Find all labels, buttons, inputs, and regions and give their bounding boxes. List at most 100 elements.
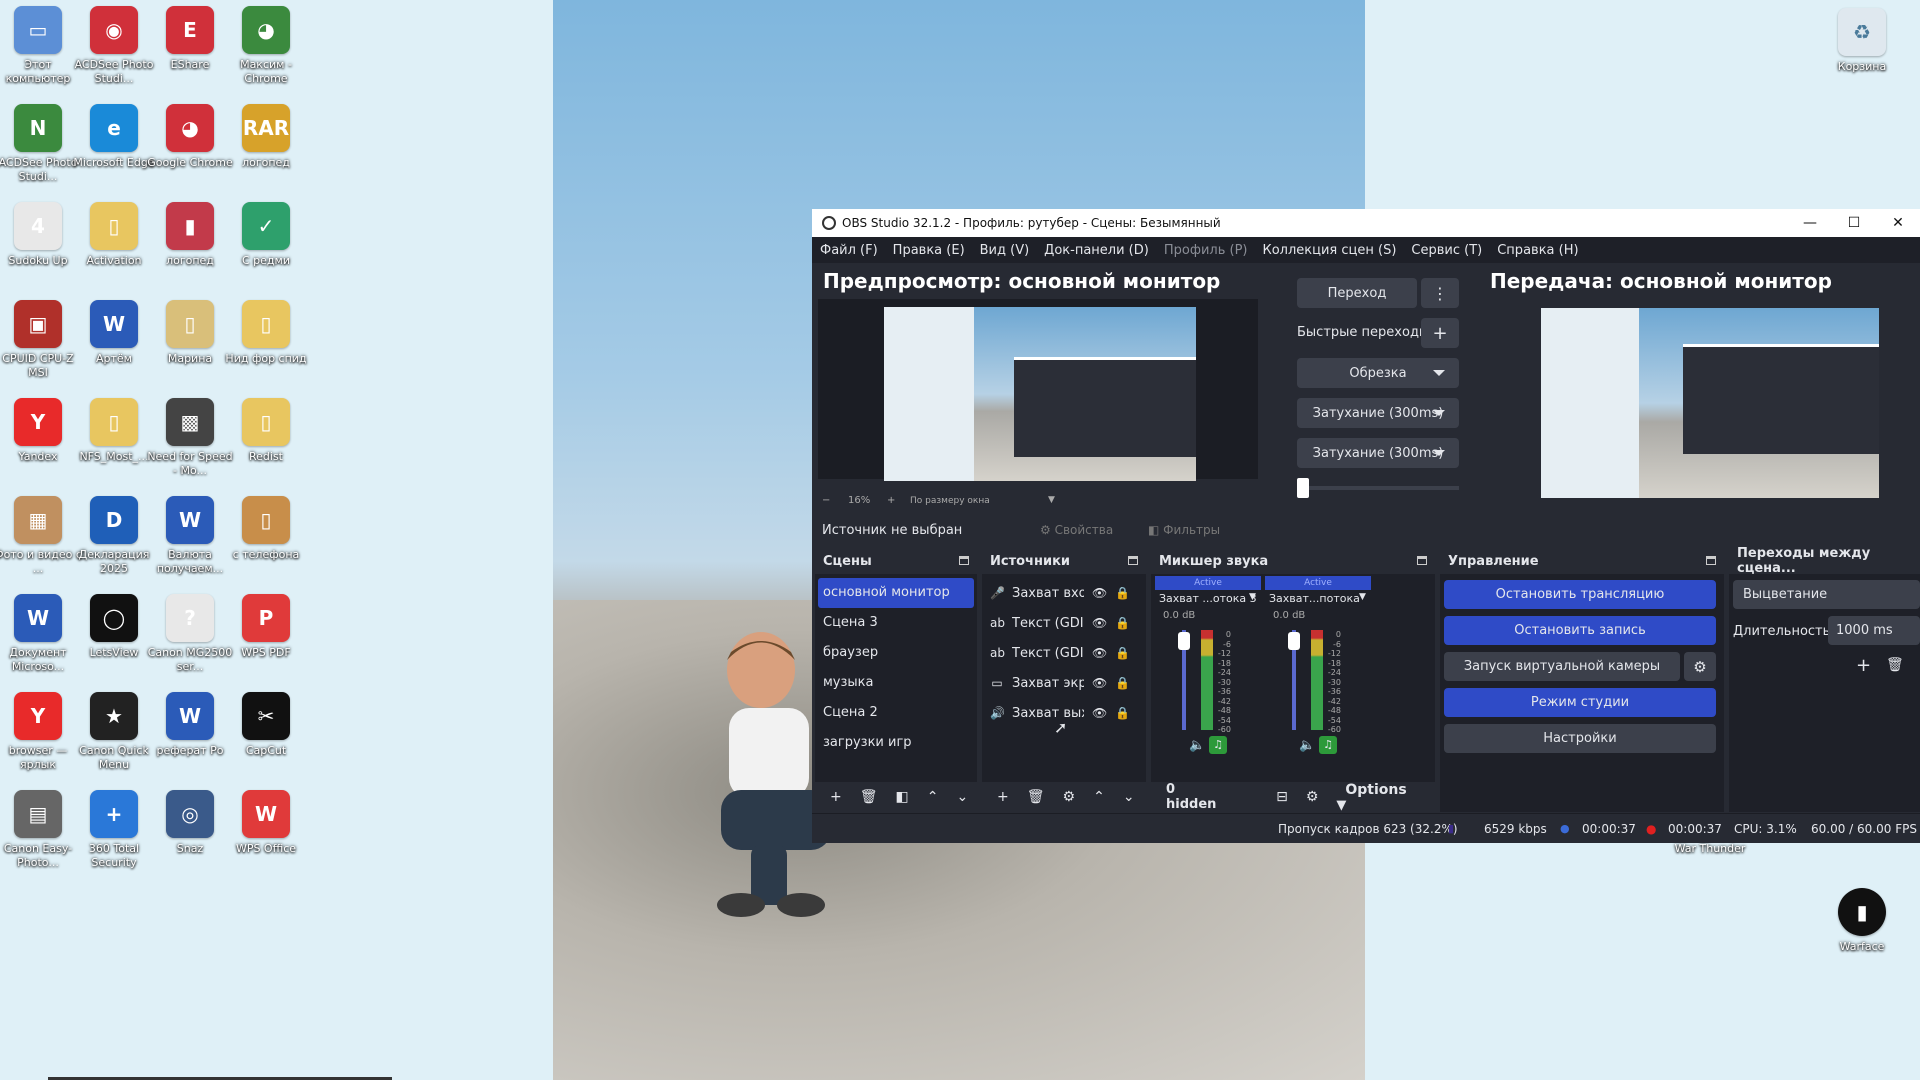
- desktop-icon[interactable]: ✂ CapCut: [222, 692, 310, 758]
- channel-2-mute-icon[interactable]: 🔈: [1299, 738, 1315, 753]
- desktop-icon[interactable]: ◯ LetsView: [70, 594, 158, 660]
- mixer-options-dropdown[interactable]: Options ▼: [1336, 782, 1426, 813]
- desktop-icon[interactable]: ◕ Google Chrome: [146, 104, 234, 170]
- desktop-icon[interactable]: ▯ Redist: [222, 398, 310, 464]
- tbar-handle[interactable]: [1297, 478, 1309, 498]
- source-item[interactable]: ab Текст (GDI+) 👁 🔒: [982, 638, 1146, 668]
- desktop-icon[interactable]: +360 Total Security: [70, 790, 158, 870]
- tbar-track[interactable]: [1297, 486, 1459, 490]
- stop-record-button[interactable]: Остановить запись: [1444, 616, 1716, 645]
- undock-icon[interactable]: [1417, 556, 1427, 565]
- desktop-icon[interactable]: ♻ Корзина: [1818, 8, 1906, 74]
- advanced-audio-icon[interactable]: ⚙: [1306, 789, 1319, 805]
- zoom-in-icon[interactable]: +: [887, 495, 895, 506]
- maximize-button[interactable]: ☐: [1832, 215, 1876, 231]
- crop-dropdown[interactable]: Обрезка: [1297, 358, 1459, 388]
- add-source-icon[interactable]: +: [997, 789, 1009, 805]
- scene-item[interactable]: основной монитор: [818, 578, 974, 608]
- virtual-camera-button[interactable]: Запуск виртуальной камеры: [1444, 652, 1680, 681]
- zoom-out-icon[interactable]: −: [822, 495, 830, 506]
- source-item[interactable]: ab Текст (GDI+) 👁 🔒: [982, 608, 1146, 638]
- channel-1-mute-icon[interactable]: 🔈: [1189, 738, 1205, 753]
- channel-1-menu-icon[interactable]: ▼: [1249, 592, 1256, 602]
- desktop-icon[interactable]: Wреферат Ро: [146, 692, 234, 758]
- eye-icon[interactable]: 👁: [1092, 586, 1107, 600]
- lock-icon[interactable]: 🔒: [1115, 676, 1130, 690]
- scene-item[interactable]: Сцена 2: [815, 698, 977, 728]
- move-up-icon[interactable]: ⌃: [1093, 789, 1105, 805]
- channel-1-name[interactable]: Захват ...отока 3: [1159, 592, 1257, 605]
- transition-button[interactable]: Переход: [1297, 278, 1417, 308]
- lock-icon[interactable]: 🔒: [1115, 646, 1130, 660]
- mixer-layout-icon[interactable]: ⊟: [1276, 789, 1288, 805]
- desktop-icon[interactable]: W Валюта получаем...: [146, 496, 234, 576]
- desktop-icon[interactable]: ▯ с телефона: [222, 496, 310, 562]
- move-down-icon[interactable]: ⌄: [1123, 789, 1135, 805]
- desktop-icon[interactable]: ★ Canon Quick Menu: [70, 692, 158, 772]
- lock-icon[interactable]: 🔒: [1115, 586, 1130, 600]
- settings-button[interactable]: Настройки: [1444, 724, 1716, 753]
- lock-icon[interactable]: 🔒: [1115, 616, 1130, 630]
- desktop-icon[interactable]: ? Canon MG2500 ser...: [146, 594, 234, 674]
- close-button[interactable]: ✕: [1876, 215, 1920, 231]
- eye-icon[interactable]: 👁: [1092, 706, 1107, 720]
- eye-icon[interactable]: 👁: [1092, 646, 1107, 660]
- desktop-icon[interactable]: ◕ Максим - Chrome: [222, 6, 310, 86]
- lock-icon[interactable]: 🔒: [1115, 706, 1130, 720]
- desktop-icon[interactable]: ▩ Need for Speed - Mo...: [146, 398, 234, 478]
- desktop-icon[interactable]: P WPS PDF: [222, 594, 310, 660]
- desktop-icon[interactable]: E EShare: [146, 6, 234, 72]
- desktop-icon[interactable]: ▮ Warface: [1818, 888, 1906, 954]
- obs-titlebar[interactable]: OBS Studio 32.1.2 - Профиль: рутубер - С…: [812, 209, 1920, 237]
- desktop-icon[interactable]: ▯ Activation: [70, 202, 158, 268]
- properties-button[interactable]: ⚙ Свойства: [1040, 523, 1113, 537]
- scene-item[interactable]: музыка: [815, 668, 977, 698]
- desktop-icon[interactable]: D Декларация 2025: [70, 496, 158, 576]
- duration-input[interactable]: 1000 ms: [1828, 616, 1920, 645]
- remove-source-icon[interactable]: 🗑: [1027, 789, 1045, 805]
- source-item[interactable]: 🎤 Захват входного 👁 🔒: [982, 578, 1146, 608]
- transition-menu-icon[interactable]: ⋮: [1421, 278, 1459, 308]
- menu-view[interactable]: Вид (V): [980, 243, 1030, 258]
- menu-tools[interactable]: Сервис (T): [1411, 243, 1482, 258]
- menu-docks[interactable]: Док-панели (D): [1044, 243, 1149, 258]
- undock-icon[interactable]: [1128, 556, 1138, 565]
- fit-dropdown-caret-icon[interactable]: ▼: [1048, 495, 1055, 505]
- channel-2-monitor-icon[interactable]: ♫: [1319, 736, 1337, 754]
- studio-mode-button[interactable]: Режим студии: [1444, 688, 1716, 717]
- menu-scene-collection[interactable]: Коллекция сцен (S): [1262, 243, 1396, 258]
- fit-to-window-dropdown[interactable]: По размеру окна: [910, 496, 990, 506]
- virtual-camera-settings-icon[interactable]: ⚙: [1684, 652, 1716, 681]
- scene-item[interactable]: Сцена 3: [815, 608, 977, 638]
- scene-filters-icon[interactable]: ◧: [896, 789, 909, 805]
- menu-file[interactable]: Файл (F): [820, 243, 878, 258]
- fade-dropdown-1[interactable]: Затухание (300ms): [1297, 398, 1459, 428]
- desktop-icon[interactable]: ◉ ACDSee Photo Studi...: [70, 6, 158, 86]
- desktop-icon[interactable]: W WPS Office: [222, 790, 310, 856]
- remove-scene-icon[interactable]: 🗑: [860, 789, 878, 805]
- desktop-icon[interactable]: ✓ С редми: [222, 202, 310, 268]
- channel-1-monitor-icon[interactable]: ♫: [1209, 736, 1227, 754]
- scene-item[interactable]: загрузки игр: [815, 728, 977, 758]
- desktop-icon[interactable]: ▯ NFS_Most_...: [70, 398, 158, 464]
- add-transition-icon[interactable]: +: [1856, 655, 1871, 676]
- preview-canvas[interactable]: [818, 299, 1258, 481]
- add-quick-transition-icon[interactable]: +: [1421, 318, 1459, 348]
- remove-transition-icon[interactable]: 🗑: [1886, 657, 1904, 673]
- desktop-icon[interactable]: ◎ Snaz: [146, 790, 234, 856]
- add-scene-icon[interactable]: +: [830, 789, 842, 805]
- desktop-icon[interactable]: e Microsoft Edge: [70, 104, 158, 170]
- move-down-icon[interactable]: ⌄: [956, 789, 968, 805]
- desktop-icon[interactable]: ▯ Марина: [146, 300, 234, 366]
- desktop-icon[interactable]: RAR логопед: [222, 104, 310, 170]
- undock-icon[interactable]: [959, 556, 969, 565]
- eye-icon[interactable]: 👁: [1092, 676, 1107, 690]
- source-settings-icon[interactable]: ⚙: [1063, 789, 1076, 805]
- fade-dropdown-2[interactable]: Затухание (300ms): [1297, 438, 1459, 468]
- desktop-icon[interactable]: W Артём: [70, 300, 158, 366]
- undock-icon[interactable]: [1706, 556, 1716, 565]
- menu-profile[interactable]: Профиль (P): [1164, 243, 1248, 258]
- stop-stream-button[interactable]: Остановить трансляцию: [1444, 580, 1716, 609]
- eye-icon[interactable]: 👁: [1092, 616, 1107, 630]
- channel-2-menu-icon[interactable]: ▼: [1359, 592, 1366, 602]
